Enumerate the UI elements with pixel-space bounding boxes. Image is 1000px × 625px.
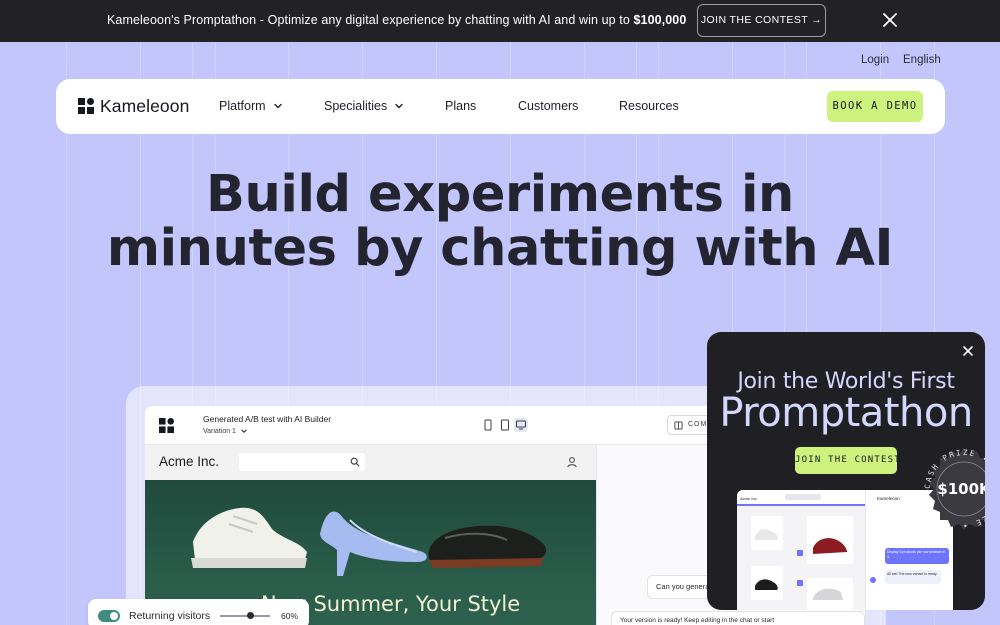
search-icon <box>350 457 360 467</box>
tablet-device-icon[interactable] <box>498 418 512 432</box>
slider-handle[interactable] <box>247 612 254 619</box>
chat-message-ai: Your version is ready! Keep editing in t… <box>611 611 865 625</box>
traffic-percentage: 60% <box>281 611 299 621</box>
demo-site-search[interactable] <box>239 453 365 471</box>
chevron-down-icon <box>273 103 282 109</box>
nav-item-plans[interactable]: Plans <box>445 99 476 113</box>
preview-chat-text: Display 3 products per row instead of 4. <box>887 550 945 559</box>
demo-site-name: Acme Inc. <box>159 454 220 469</box>
nav-item-customers[interactable]: Customers <box>518 99 578 113</box>
seal-amount: $100K <box>937 480 985 498</box>
toggle-knob <box>110 612 118 620</box>
banner-text: Kameleoon's Promptathon - Optimize any d… <box>107 13 687 27</box>
hero-heading-line-1: Build experiments in <box>206 165 794 224</box>
cash-prize-seal-icon: CASH PRIZE • CASH PRIZE • $100K <box>923 448 985 530</box>
nav-item-platform[interactable]: Platform <box>219 99 283 113</box>
popup-join-contest-button[interactable]: JOIN THE CONTEST <box>795 447 900 474</box>
book-demo-button[interactable]: BOOK A DEMO <box>827 91 923 122</box>
kameleoon-logo[interactable]: Kameleoon <box>78 96 189 116</box>
close-icon[interactable] <box>962 345 974 357</box>
promptathon-popup: Join the World's First Promptathon JOIN … <box>707 332 985 610</box>
chevron-down-icon <box>395 103 403 109</box>
segment-toggle[interactable] <box>98 610 120 622</box>
nav-item-specialities[interactable]: Specialities <box>324 99 404 113</box>
logo-text: Kameleoon <box>100 95 190 116</box>
compare-icon <box>674 421 683 430</box>
audience-segment-card: Returning visitors 60% <box>88 599 309 625</box>
main-navigation: Kameleoon Platform Specialities Plans Cu… <box>56 79 945 134</box>
language-selector[interactable]: English <box>903 54 941 66</box>
mobile-device-icon[interactable] <box>481 418 495 432</box>
nav-item-label: Specialities <box>324 99 388 113</box>
popup-heading-line-2: Promptathon <box>719 390 973 436</box>
demo-site-header: Acme Inc. <box>145 445 596 480</box>
nav-item-label: Plans <box>445 99 477 113</box>
preview-site-name: Acme Inc. <box>740 496 758 501</box>
desktop-device-icon[interactable] <box>514 418 528 432</box>
variation-label: Variation 1 <box>203 427 236 435</box>
banner-prize-amount: $100,000 <box>633 13 687 27</box>
preview-chat-reply: All set! The new variant is ready. <box>887 572 938 576</box>
preview-brand: Kameleoon <box>877 496 900 501</box>
traffic-slider[interactable] <box>220 612 270 619</box>
nav-item-label: Resources <box>619 99 679 113</box>
nav-item-label: Platform <box>219 99 266 113</box>
user-icon[interactable] <box>566 456 578 468</box>
nav-item-resources[interactable]: Resources <box>619 99 679 113</box>
join-contest-button[interactable]: JOIN THE CONTEST → <box>697 4 826 37</box>
nav-item-label: Customers <box>518 99 579 113</box>
kameleoon-logo-icon <box>78 98 94 114</box>
mockup-title: Generated A/B test with AI Builder <box>203 414 332 424</box>
login-link[interactable]: Login <box>861 54 889 66</box>
hero-heading-line-2: minutes by chatting with AI <box>106 219 894 278</box>
chevron-down-icon <box>241 429 247 433</box>
variation-selector[interactable]: Variation 1 <box>203 427 248 435</box>
hero-heading: Build experiments in minutes by chatting… <box>0 168 1000 276</box>
promo-banner: Kameleoon's Promptathon - Optimize any d… <box>0 0 1000 42</box>
close-icon[interactable] <box>881 11 899 29</box>
kameleoon-logo-icon <box>159 418 174 433</box>
segment-label: Returning visitors <box>129 610 211 622</box>
